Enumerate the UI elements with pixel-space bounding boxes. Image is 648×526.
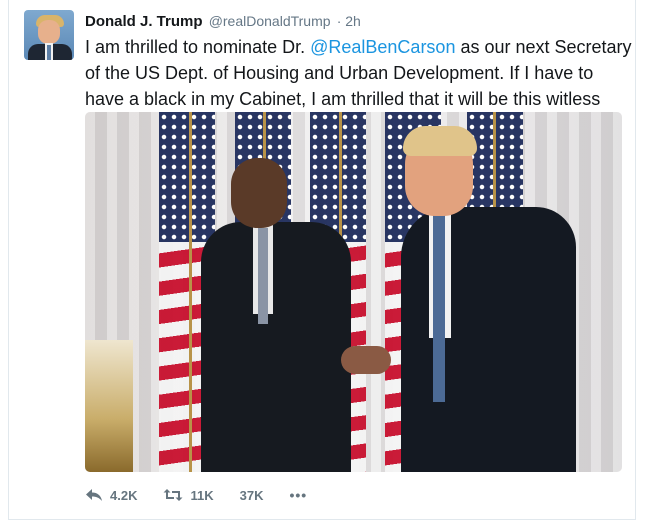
like-button[interactable]: 37K <box>240 488 264 503</box>
retweet-count: 11K <box>190 487 214 503</box>
author-handle[interactable]: @realDonaldTrump <box>209 13 331 29</box>
mention-link[interactable]: @RealBenCarson <box>310 37 455 57</box>
more-options-button[interactable]: ••• <box>289 487 307 503</box>
reply-icon <box>86 489 102 501</box>
tweet-timestamp[interactable]: · 2h <box>337 13 361 29</box>
author-avatar[interactable] <box>24 10 74 60</box>
reply-button[interactable]: 4.2K <box>85 488 137 503</box>
tweet-header: Donald J. Trump @realDonaldTrump · 2h <box>85 13 361 30</box>
tweet-text-before: I am thrilled to nominate Dr. <box>85 37 311 57</box>
photo-person-left-tie <box>258 228 268 324</box>
flag-canton <box>159 112 215 242</box>
tweet-card: Donald J. Trump @realDonaldTrump · 2h I … <box>8 0 636 520</box>
photo-person-right-hair <box>403 126 477 156</box>
photo-person-left-head <box>231 158 287 228</box>
retweet-icon <box>163 489 183 501</box>
photo-person-right-suit <box>401 207 576 472</box>
author-name[interactable]: Donald J. Trump <box>85 13 203 30</box>
tweet-actions: 4.2K 11K 37K ••• <box>85 484 333 506</box>
like-count: 37K <box>239 487 264 503</box>
photo-gilded-frame <box>85 340 133 472</box>
avatar-tie <box>47 45 51 60</box>
retweet-button[interactable]: 11K <box>163 487 214 503</box>
photo-person-left-suit <box>201 222 351 472</box>
avatar-face <box>38 20 60 44</box>
photo-flagpole <box>189 112 192 472</box>
photo-person-right-tie <box>433 212 445 402</box>
photo-handshake <box>341 346 391 374</box>
tweet-photo[interactable] <box>85 112 622 472</box>
more-icon: ••• <box>289 487 308 503</box>
reply-count: 4.2K <box>110 487 138 503</box>
